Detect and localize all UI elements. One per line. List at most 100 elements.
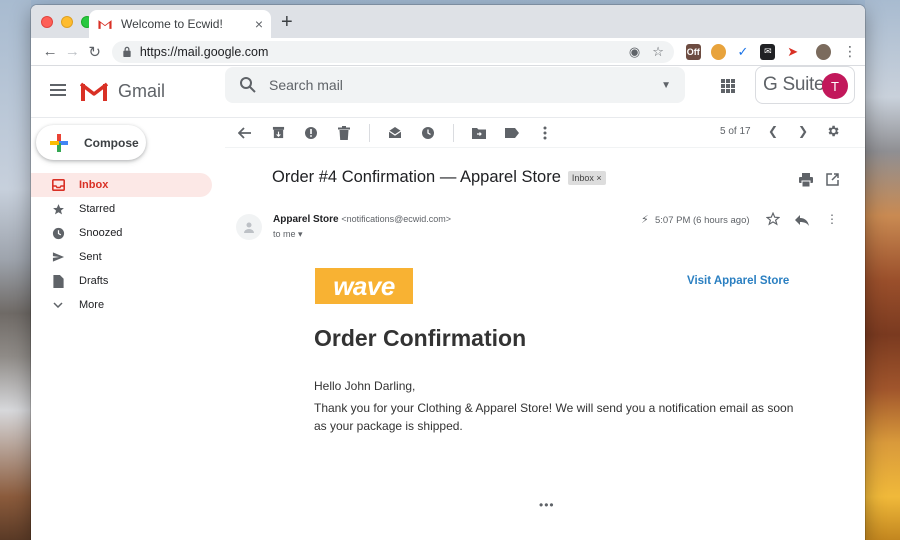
more-actions-icon[interactable] xyxy=(537,125,553,141)
main-menu-icon[interactable] xyxy=(50,84,66,99)
sidebar-item-label: Starred xyxy=(79,203,116,215)
sender-line: Apparel Store <notifications@ecwid.com> xyxy=(273,214,451,225)
account-avatar[interactable]: T xyxy=(822,73,848,99)
recipient-text: to me xyxy=(273,229,296,239)
extension-off-icon[interactable]: Off xyxy=(685,43,701,60)
folder-list: Inbox Starred Snoozed Sent Drafts More xyxy=(31,173,212,317)
sender-name[interactable]: Apparel Store xyxy=(273,214,339,225)
close-window-button[interactable] xyxy=(41,16,53,28)
extension-pen-icon[interactable]: ✓ xyxy=(735,43,751,60)
back-to-inbox-icon[interactable] xyxy=(237,125,253,141)
search-placeholder: Search mail xyxy=(269,77,343,93)
lightning-icon: ⚡ xyxy=(641,214,649,226)
search-options-icon[interactable]: ▼ xyxy=(661,80,671,91)
tab-close-icon[interactable]: × xyxy=(255,16,263,32)
compose-button[interactable]: Compose xyxy=(36,125,146,160)
settings-gear-icon[interactable] xyxy=(826,124,840,138)
sidebar-item-starred[interactable]: Starred xyxy=(31,197,212,221)
sidebar-item-label: Sent xyxy=(79,251,102,263)
gmail-header: Gmail Search mail ▼ G Suite T xyxy=(31,66,865,118)
sidebar-item-label: Drafts xyxy=(79,275,109,287)
sidebar-item-sent[interactable]: Sent xyxy=(31,245,212,269)
email-timestamp: 5:07 PM (6 hours ago) xyxy=(655,215,750,226)
extension-mail-icon[interactable]: ✉ xyxy=(760,43,776,60)
browser-window: Welcome to Ecwid! × + ← → ↻ https://mail… xyxy=(31,5,865,540)
new-tab-button[interactable]: + xyxy=(281,12,293,32)
browser-menu-icon[interactable]: ⋮ xyxy=(843,43,857,60)
sidebar-item-label: Snoozed xyxy=(79,227,123,239)
recipient-details[interactable]: to me ▾ xyxy=(273,229,303,240)
extension-cookie-icon[interactable] xyxy=(710,43,726,60)
inbox-label-badge[interactable]: Inbox × xyxy=(567,170,606,185)
chevron-down-icon: ▾ xyxy=(298,229,303,239)
extension-rocket-icon[interactable]: ➤ xyxy=(785,43,801,60)
sidebar-item-label: More xyxy=(79,299,105,311)
email-subject-row: Order #4 Confirmation — Apparel Store In… xyxy=(272,168,606,187)
desktop-background-left xyxy=(0,0,31,540)
star-icon[interactable] xyxy=(766,212,780,226)
email-view: 5 of 17 ❮ ❯ Order #4 Confirmation — Appa… xyxy=(225,118,865,540)
url-text: https://mail.google.com xyxy=(139,44,269,59)
email-subject: Order #4 Confirmation — Apparel Store xyxy=(272,168,561,186)
back-arrow-icon[interactable]: ← xyxy=(39,41,61,63)
gsuite-account-button[interactable]: G Suite T xyxy=(755,66,855,104)
tab-title: Welcome to Ecwid! xyxy=(121,17,223,31)
open-new-window-icon[interactable] xyxy=(826,173,839,186)
browser-tab[interactable]: Welcome to Ecwid! × xyxy=(89,10,271,38)
inbox-icon xyxy=(51,178,65,192)
eye-icon[interactable]: ◉ xyxy=(629,44,640,60)
gsuite-logo-text: G Suite xyxy=(763,74,825,95)
window-controls xyxy=(41,16,93,28)
forward-arrow-icon[interactable]: → xyxy=(61,41,83,63)
lock-icon xyxy=(123,46,131,57)
reply-icon[interactable] xyxy=(795,213,809,227)
archive-icon[interactable] xyxy=(270,125,286,141)
email-greeting: Hello John Darling, xyxy=(314,379,416,393)
star-icon xyxy=(51,202,65,216)
draft-icon xyxy=(51,274,65,288)
email-heading: Order Confirmation xyxy=(314,325,527,351)
store-logo: wave xyxy=(315,268,413,304)
address-bar[interactable]: https://mail.google.com ◉ ☆ xyxy=(111,40,674,63)
delete-icon[interactable] xyxy=(336,125,352,141)
minimize-window-button[interactable] xyxy=(61,16,73,28)
toolbar-divider xyxy=(369,123,370,142)
search-input[interactable]: Search mail ▼ xyxy=(225,67,685,103)
label-icon[interactable] xyxy=(504,125,520,141)
bookmark-star-icon[interactable]: ☆ xyxy=(652,44,664,60)
move-to-icon[interactable] xyxy=(471,125,487,141)
sidebar-item-snoozed[interactable]: Snoozed xyxy=(31,221,212,245)
email-body: Thank you for your Clothing & Apparel St… xyxy=(314,401,794,433)
snooze-icon[interactable] xyxy=(420,125,436,141)
reload-icon[interactable]: ↻ xyxy=(84,41,106,63)
apps-grid-icon[interactable] xyxy=(721,79,735,93)
desktop-background-right xyxy=(865,0,900,540)
sidebar-item-label: Inbox xyxy=(79,179,109,191)
sender-avatar[interactable] xyxy=(236,214,262,240)
more-options-icon[interactable]: ⋮ xyxy=(826,212,838,226)
pagination-count: 5 of 17 xyxy=(720,126,751,137)
compose-label: Compose xyxy=(84,135,139,150)
gmail-logo-icon xyxy=(80,82,108,101)
tab-strip: Welcome to Ecwid! × + xyxy=(31,5,865,38)
print-icon[interactable] xyxy=(799,173,813,187)
sidebar-item-inbox[interactable]: Inbox xyxy=(31,173,212,197)
sidebar-item-more[interactable]: More xyxy=(31,293,212,317)
send-icon xyxy=(51,250,65,264)
compose-plus-icon xyxy=(50,133,68,152)
show-trimmed-content-button[interactable]: ••• xyxy=(539,498,555,512)
chevron-left-icon[interactable]: ❮ xyxy=(768,124,778,138)
gmail-favicon-icon xyxy=(98,20,112,29)
browser-toolbar: ← → ↻ https://mail.google.com ◉ ☆ Off ✓ … xyxy=(31,38,865,66)
report-spam-icon[interactable] xyxy=(303,125,319,141)
profile-avatar[interactable] xyxy=(816,43,831,60)
chevron-right-icon[interactable]: ❯ xyxy=(798,124,808,138)
visit-store-link[interactable]: Visit Apparel Store xyxy=(687,275,789,287)
search-icon[interactable] xyxy=(239,76,257,94)
mark-unread-icon[interactable] xyxy=(387,125,403,141)
clock-icon xyxy=(51,226,65,240)
email-action-bar: 5 of 17 ❮ ❯ xyxy=(225,118,865,148)
sender-email: <notifications@ecwid.com> xyxy=(341,214,452,224)
sidebar-item-drafts[interactable]: Drafts xyxy=(31,269,212,293)
gmail-brand-text: Gmail xyxy=(118,81,166,101)
